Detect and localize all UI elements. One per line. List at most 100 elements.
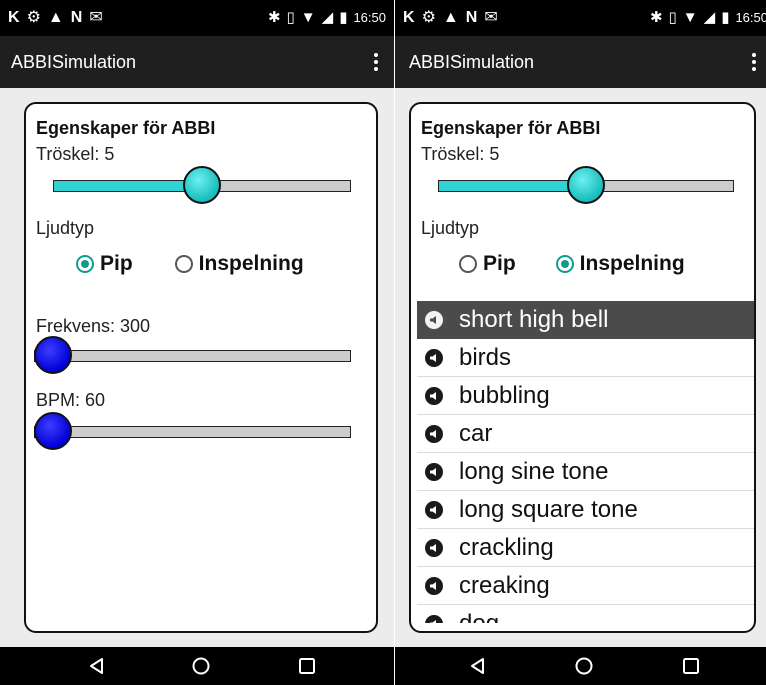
sound-list-viewport[interactable]: short high bell birds bubbling car long sine… bbox=[411, 301, 754, 623]
notification-icon-n: N bbox=[465, 9, 478, 26]
battery-icon: ▮ bbox=[339, 9, 348, 26]
radio-indicator bbox=[174, 255, 193, 273]
radio-inspelning[interactable]: Inspelning bbox=[174, 252, 304, 276]
speaker-icon bbox=[425, 614, 443, 623]
slider-thumb[interactable] bbox=[183, 166, 221, 204]
notification-icon-mail: ✉ bbox=[89, 9, 103, 26]
notification-icon-k: K bbox=[8, 9, 20, 26]
phone-screen-left: K ⚙ ▲ N ✉ ✱ ▯ ▼ ◢ ▮ 16:50 ABBISimulation… bbox=[0, 0, 394, 685]
battery-icon: ▮ bbox=[721, 9, 730, 26]
system-icons: ✱ ▯ ▼ ◢ ▮ 16:50 bbox=[650, 10, 766, 26]
recents-square-icon[interactable] bbox=[680, 656, 702, 676]
radio-pip[interactable]: Pip bbox=[459, 252, 516, 276]
sound-list-item[interactable]: creaking bbox=[417, 567, 754, 605]
notification-icon-alert: ▲ bbox=[47, 9, 64, 26]
bluetooth-icon: ✱ bbox=[267, 9, 281, 26]
speaker-icon bbox=[425, 348, 443, 367]
threshold-label: Tröskel: 5 bbox=[36, 144, 115, 164]
radio-label: Inspelning bbox=[579, 252, 685, 275]
slider-track bbox=[34, 350, 351, 362]
sound-list-item[interactable]: bubbling bbox=[417, 377, 754, 415]
overflow-menu-icon[interactable] bbox=[746, 50, 762, 74]
notification-icon-app: ⚙ bbox=[421, 9, 436, 26]
slider-thumb[interactable] bbox=[567, 166, 605, 204]
back-triangle-icon[interactable] bbox=[467, 656, 489, 676]
home-circle-icon[interactable] bbox=[190, 656, 212, 676]
frequency-label: Frekvens: 300 bbox=[36, 316, 151, 336]
signal-icon: ◢ bbox=[703, 9, 716, 26]
sound-list-item[interactable]: long square tone bbox=[417, 491, 754, 529]
notification-icon-mail: ✉ bbox=[484, 9, 498, 26]
radio-label: Pip bbox=[483, 252, 516, 275]
slider-fill bbox=[53, 180, 202, 192]
radio-indicator bbox=[76, 255, 94, 273]
status-bar: K ⚙ ▲ N ✉ ✱ ▯ ▼ ◢ ▮ 16:50 bbox=[395, 0, 766, 36]
sound-label: creaking bbox=[459, 571, 550, 599]
threshold-label: Tröskel: 5 bbox=[421, 144, 500, 164]
sound-list-item[interactable]: dog bbox=[417, 605, 754, 623]
slider-fill bbox=[438, 180, 586, 192]
section-title: Egenskaper för ABBI bbox=[36, 118, 216, 138]
slider-thumb[interactable] bbox=[34, 336, 72, 374]
sound-type-label: Ljudtyp bbox=[421, 218, 480, 238]
sound-type-radio-group: Pip Inspelning bbox=[459, 252, 685, 276]
overflow-menu-icon[interactable] bbox=[368, 50, 384, 74]
speaker-icon bbox=[425, 462, 443, 481]
clock: 16:50 bbox=[735, 10, 766, 25]
threshold-slider[interactable] bbox=[438, 165, 734, 205]
sound-label: dog bbox=[459, 609, 500, 623]
sound-list: short high bell birds bubbling car long sine… bbox=[417, 301, 754, 623]
radio-inspelning[interactable]: Inspelning bbox=[555, 252, 685, 276]
sound-list-item[interactable]: birds bbox=[417, 339, 754, 377]
phone-screen-right: K ⚙ ▲ N ✉ ✱ ▯ ▼ ◢ ▮ 16:50 ABBISimulation… bbox=[395, 0, 766, 685]
speaker-icon bbox=[425, 386, 443, 405]
notification-icon-k: K bbox=[403, 9, 415, 26]
speaker-icon bbox=[425, 424, 443, 443]
signal-icon: ◢ bbox=[321, 9, 334, 26]
bpm-label: BPM: 60 bbox=[36, 390, 106, 410]
sound-type-label: Ljudtyp bbox=[36, 218, 95, 238]
vibrate-icon: ▯ bbox=[668, 9, 677, 26]
notification-icon-n: N bbox=[70, 9, 83, 26]
sound-list-item[interactable]: short high bell bbox=[417, 301, 754, 339]
radio-pip[interactable]: Pip bbox=[76, 252, 133, 276]
sound-label: long square tone bbox=[459, 495, 638, 523]
radio-indicator bbox=[459, 255, 477, 273]
bpm-slider[interactable] bbox=[34, 411, 351, 451]
back-triangle-icon[interactable] bbox=[86, 656, 108, 676]
navigation-bar bbox=[0, 647, 394, 685]
home-circle-icon[interactable] bbox=[573, 656, 595, 676]
radio-label: Inspelning bbox=[198, 252, 304, 275]
sound-label: bubbling bbox=[459, 381, 550, 409]
frequency-slider[interactable] bbox=[34, 335, 351, 375]
radio-label: Pip bbox=[100, 252, 133, 275]
bluetooth-icon: ✱ bbox=[649, 9, 663, 26]
speaker-icon bbox=[425, 500, 443, 519]
recents-square-icon[interactable] bbox=[296, 656, 318, 676]
notification-icon-alert: ▲ bbox=[442, 9, 459, 26]
notification-icon-app: ⚙ bbox=[26, 9, 41, 26]
clock: 16:50 bbox=[353, 10, 386, 25]
wifi-icon: ▼ bbox=[300, 9, 316, 26]
sound-list-item[interactable]: long sine tone bbox=[417, 453, 754, 491]
sound-list-item[interactable]: car bbox=[417, 415, 754, 453]
sound-type-radio-group: Pip Inspelning bbox=[76, 252, 304, 276]
action-bar: ABBISimulation bbox=[395, 36, 766, 88]
notification-icons: K ⚙ ▲ N ✉ bbox=[8, 10, 103, 26]
notification-icons: K ⚙ ▲ N ✉ bbox=[403, 10, 498, 26]
settings-card: Egenskaper för ABBI Tröskel: 5 Ljudtyp P… bbox=[409, 102, 756, 633]
app-title: ABBISimulation bbox=[11, 52, 137, 72]
sound-label: crackling bbox=[459, 533, 554, 561]
section-title: Egenskaper för ABBI bbox=[421, 118, 601, 138]
slider-thumb[interactable] bbox=[34, 412, 72, 450]
threshold-slider[interactable] bbox=[53, 165, 351, 205]
vibrate-icon: ▯ bbox=[286, 9, 295, 26]
sound-label: long sine tone bbox=[459, 457, 609, 485]
navigation-bar bbox=[395, 647, 766, 685]
wifi-icon: ▼ bbox=[682, 9, 698, 26]
sound-label: birds bbox=[459, 343, 512, 371]
sound-label: car bbox=[459, 419, 493, 447]
status-bar: K ⚙ ▲ N ✉ ✱ ▯ ▼ ◢ ▮ 16:50 bbox=[0, 0, 394, 36]
sound-list-item[interactable]: crackling bbox=[417, 529, 754, 567]
radio-indicator bbox=[555, 255, 574, 273]
